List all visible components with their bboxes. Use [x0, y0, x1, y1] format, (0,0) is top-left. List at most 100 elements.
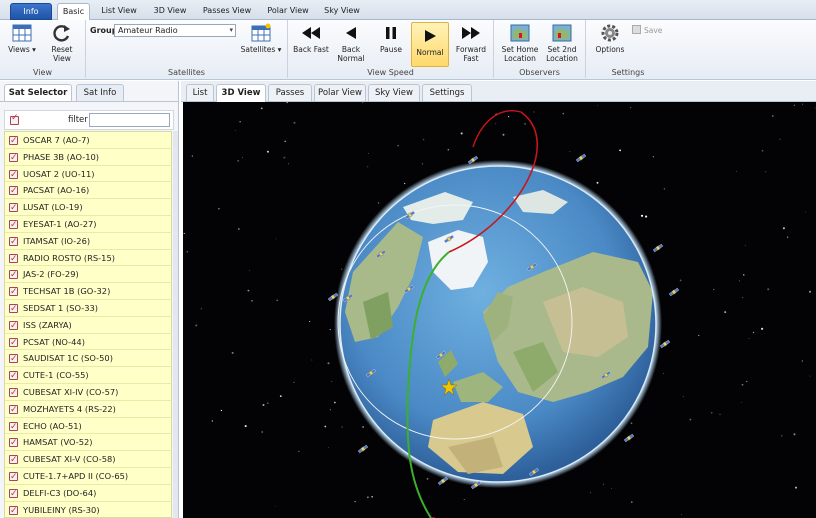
tab-info[interactable]: Info [10, 3, 52, 20]
sat-checkbox[interactable] [9, 150, 18, 166]
sat-checkbox[interactable] [9, 133, 18, 149]
tab-sat-info[interactable]: Sat Info [76, 84, 124, 101]
sat-checkbox[interactable] [9, 200, 18, 216]
star [809, 375, 811, 377]
star [713, 288, 715, 291]
satellites-button[interactable]: Satellites ▾ [239, 23, 283, 54]
sat-checkbox[interactable] [9, 234, 18, 250]
sat-checkbox[interactable] [9, 469, 18, 485]
sat-list-item[interactable]: HAMSAT (VO-52) [5, 434, 171, 451]
sat-checkbox[interactable] [9, 301, 18, 317]
sat-checkbox[interactable] [9, 335, 18, 351]
sat-list-item[interactable]: ITAMSAT (IO-26) [5, 233, 171, 250]
sat-list-item[interactable]: CUTE-1 (CO-55) [5, 367, 171, 384]
tab-polar-view[interactable]: Polar View [262, 3, 314, 20]
star [679, 279, 682, 282]
star [611, 488, 612, 490]
star [334, 401, 336, 404]
options-button[interactable]: Options [592, 23, 628, 54]
view-tab-bar: List 3D View Passes Polar View Sky View … [181, 81, 816, 102]
sat-list-item[interactable]: CUBESAT XI-IV (CO-57) [5, 384, 171, 401]
save-button[interactable]: Save [632, 25, 662, 35]
back-fast-button[interactable]: Back Fast [293, 23, 329, 54]
sat-list-item[interactable]: PCSAT (NO-44) [5, 334, 171, 351]
sat-list-item[interactable]: OSCAR 7 (AO-7) [5, 132, 171, 149]
sat-checkbox[interactable] [9, 351, 18, 367]
sat-checkbox[interactable] [9, 217, 18, 233]
tab-list[interactable]: List [186, 84, 214, 101]
sat-list-item[interactable]: DELFI-C3 (DO-64) [5, 485, 171, 502]
pause-button[interactable]: Pause [373, 23, 409, 54]
sat-list-item[interactable]: SAUDISAT 1C (SO-50) [5, 350, 171, 367]
sat-list-item[interactable]: MOZHAYETS 4 (RS-22) [5, 401, 171, 418]
sat-list-item[interactable]: ECHO (AO-51) [5, 418, 171, 435]
group-select[interactable]: Amateur Radio ▾ [114, 24, 236, 37]
sat-checkbox[interactable] [9, 167, 18, 183]
sat-list-item[interactable]: ISS (ZARYA) [5, 317, 171, 334]
sat-list-item[interactable]: PACSAT (AO-16) [5, 182, 171, 199]
set-2nd-location-button[interactable]: Set 2nd Location [542, 23, 582, 63]
tab-settings-main[interactable]: Settings [422, 84, 472, 101]
sat-checkbox[interactable] [9, 452, 18, 468]
tab-basic[interactable]: Basic [57, 3, 90, 21]
tab-3d-view[interactable]: 3D View [148, 3, 192, 20]
tab-sky-view[interactable]: Sky View [320, 3, 364, 20]
tab-passes[interactable]: Passes [268, 84, 312, 101]
tab-sky-view-main[interactable]: Sky View [368, 84, 420, 101]
sat-checkbox[interactable] [9, 385, 18, 401]
satellite-icon[interactable] [652, 243, 664, 253]
star [354, 500, 356, 503]
filter-label: filter [68, 115, 88, 125]
sat-list-item[interactable]: UOSAT 2 (UO-11) [5, 166, 171, 183]
sat-list-item[interactable]: CUTE-1.7+APD II (CO-65) [5, 468, 171, 485]
sat-checkbox[interactable] [9, 318, 18, 334]
sat-list-item[interactable]: YUBILEINY (RS-30) [5, 502, 171, 517]
sat-checkbox[interactable] [9, 419, 18, 435]
sat-checkbox[interactable] [9, 486, 18, 502]
star [460, 132, 463, 135]
globe-canvas[interactable] [183, 102, 816, 518]
sat-checkbox[interactable] [9, 435, 18, 451]
normal-speed-button[interactable]: Normal [411, 22, 449, 67]
satellite-list-scrollbar[interactable] [173, 131, 178, 518]
back-normal-button[interactable]: Back Normal [332, 23, 370, 63]
satellite-icon[interactable] [575, 153, 587, 163]
globe-3d-view[interactable] [183, 102, 816, 518]
sat-name: SEDSAT 1 (SO-33) [23, 302, 99, 313]
forward-fast-button[interactable]: Forward Fast [452, 23, 490, 63]
satellite-icon[interactable] [659, 339, 671, 349]
sat-checkbox[interactable] [9, 183, 18, 199]
sat-checkbox[interactable] [9, 368, 18, 384]
tab-passes-view[interactable]: Passes View [198, 3, 256, 20]
star [231, 351, 234, 354]
sat-list-item[interactable]: CUBESAT XI-V (CO-58) [5, 451, 171, 468]
filter-input[interactable] [89, 113, 170, 127]
set-home-location-button[interactable]: Set Home Location [498, 23, 542, 63]
star [293, 381, 295, 383]
sat-name: LUSAT (LO-19) [23, 202, 83, 213]
tab-sat-selector[interactable]: Sat Selector [4, 84, 72, 102]
reset-view-button[interactable]: Reset View [44, 23, 80, 63]
satellite-icon[interactable] [668, 287, 680, 297]
star [239, 121, 241, 123]
satellite-icon[interactable] [357, 444, 369, 454]
sat-checkbox[interactable] [9, 267, 18, 283]
sat-list-item[interactable]: TECHSAT 1B (GO-32) [5, 283, 171, 300]
tab-3d-view-main[interactable]: 3D View [216, 84, 266, 102]
tab-polar-view-main[interactable]: Polar View [314, 84, 366, 101]
tab-list-view[interactable]: List View [96, 3, 142, 20]
sat-checkbox[interactable] [9, 402, 18, 418]
sat-list-item[interactable]: LUSAT (LO-19) [5, 199, 171, 216]
sat-checkbox[interactable] [9, 503, 18, 517]
sat-checkbox[interactable] [9, 251, 18, 267]
views-button[interactable]: Views ▾ [4, 23, 40, 54]
satellites-grid-icon [250, 23, 272, 43]
sat-list-item[interactable]: JAS-2 (FO-29) [5, 266, 171, 283]
sat-list-item[interactable]: SEDSAT 1 (SO-33) [5, 300, 171, 317]
sat-checkbox[interactable] [9, 284, 18, 300]
satellite-icon[interactable] [623, 433, 635, 443]
select-all-checkbox[interactable] [10, 113, 19, 125]
sat-list-item[interactable]: EYESAT-1 (AO-27) [5, 216, 171, 233]
sat-list-item[interactable]: RADIO ROSTO (RS-15) [5, 250, 171, 267]
sat-list-item[interactable]: PHASE 3B (AO-10) [5, 149, 171, 166]
